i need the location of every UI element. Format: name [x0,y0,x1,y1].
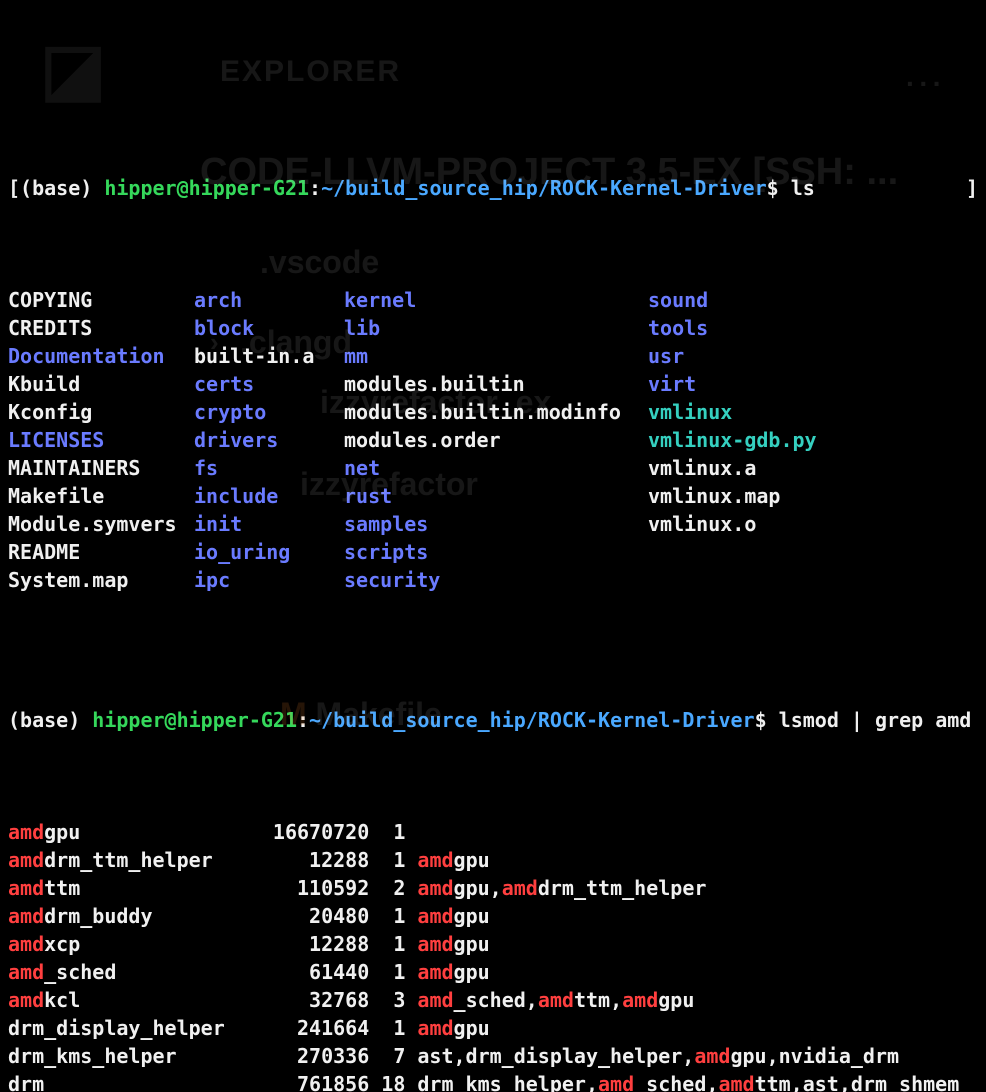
lsmod-row: amdkcl 32768 3 amd_sched,amdttm,amdgpu [8,986,978,1014]
ls-entry: security [344,566,648,594]
ls-entry: include [194,482,344,510]
prompt-line-2: (base) hipper@hipper-G21:~/build_source_… [8,706,978,734]
ls-entry: kernel [344,286,648,314]
ls-entry: sound [648,286,978,314]
lsmod-row: amdxcp 12288 1 amdgpu [8,930,978,958]
ls-entry: usr [648,342,978,370]
ls-entry: ipc [194,566,344,594]
lsmod-row: amd_sched 61440 1 amdgpu [8,958,978,986]
lsmod-row: amddrm_ttm_helper 12288 1 amdgpu [8,846,978,874]
lsmod-output: amdgpu 16670720 1 amddrm_ttm_helper 1228… [8,818,978,1092]
lsmod-row: drm 761856 18 drm_kms_helper,amd_sched,a… [8,1070,978,1092]
ghost-explorer-label: EXPLORER [220,58,401,86]
ls-entry: net [344,454,648,482]
ls-entry: crypto [194,398,344,426]
ghost-vscode-folder: .vscode [260,248,379,276]
lsmod-row: amddrm_buddy 20480 1 amdgpu [8,902,978,930]
ls-entry: CREDITS [8,314,194,342]
ls-entry: Kconfig [8,398,194,426]
ls-entry: certs [194,370,344,398]
ls-entry: LICENSES [8,426,194,454]
ls-entry: fs [194,454,344,482]
ls-entry: System.map [8,566,194,594]
ls-entry: block [194,314,344,342]
ls-entry [648,566,978,594]
ls-entry: arch [194,286,344,314]
ls-output-grid: COPYINGarchkernelsound CREDITSblocklibtoo… [8,286,978,594]
ls-entry: drivers [194,426,344,454]
ls-entry: Module.symvers [8,510,194,538]
ls-entry: scripts [344,538,648,566]
ls-entry: modules.order [344,426,648,454]
ls-entry: virt [648,370,978,398]
command-ls: ls [791,176,815,200]
ls-entry: modules.builtin [344,370,648,398]
ls-entry: built-in.a [194,342,344,370]
ls-entry: samples [344,510,648,538]
ls-entry: Documentation [8,342,194,370]
command-lsmod: lsmod | grep amd [779,708,972,732]
ls-entry: vmlinux.a [648,454,978,482]
ls-entry: mm [344,342,648,370]
ls-entry: rust [344,482,648,510]
ls-entry: README [8,538,194,566]
ls-entry: io_uring [194,538,344,566]
lsmod-row: amdttm 110592 2 amdgpu,amddrm_ttm_helper [8,874,978,902]
ls-entry: lib [344,314,648,342]
ls-entry: vmlinux.map [648,482,978,510]
ls-entry: vmlinux [648,398,978,426]
lsmod-row: drm_display_helper 241664 1 amdgpu [8,1014,978,1042]
ls-entry: modules.builtin.modinfo [344,398,648,426]
ghost-file-icon: ◪ [40,55,106,83]
ls-entry: Makefile [8,482,194,510]
lsmod-row: drm_kms_helper 270336 7 ast,drm_display_… [8,1042,978,1070]
ls-entry [648,538,978,566]
ls-entry: init [194,510,344,538]
ls-entry: vmlinux-gdb.py [648,426,978,454]
ls-entry: Kbuild [8,370,194,398]
prompt-line-1: [(base) hipper@hipper-G21:~/build_source… [8,174,978,202]
lsmod-row: amdgpu 16670720 1 [8,818,978,846]
ls-entry: tools [648,314,978,342]
ghost-ellipsis-icon: ··· [906,70,946,98]
ls-entry: COPYING [8,286,194,314]
ls-entry: vmlinux.o [648,510,978,538]
ls-entry: MAINTAINERS [8,454,194,482]
terminal-window[interactable]: ◪ ··· EXPLORER CODE-LLVM-PROJECT 3.5-EX … [0,0,986,1092]
